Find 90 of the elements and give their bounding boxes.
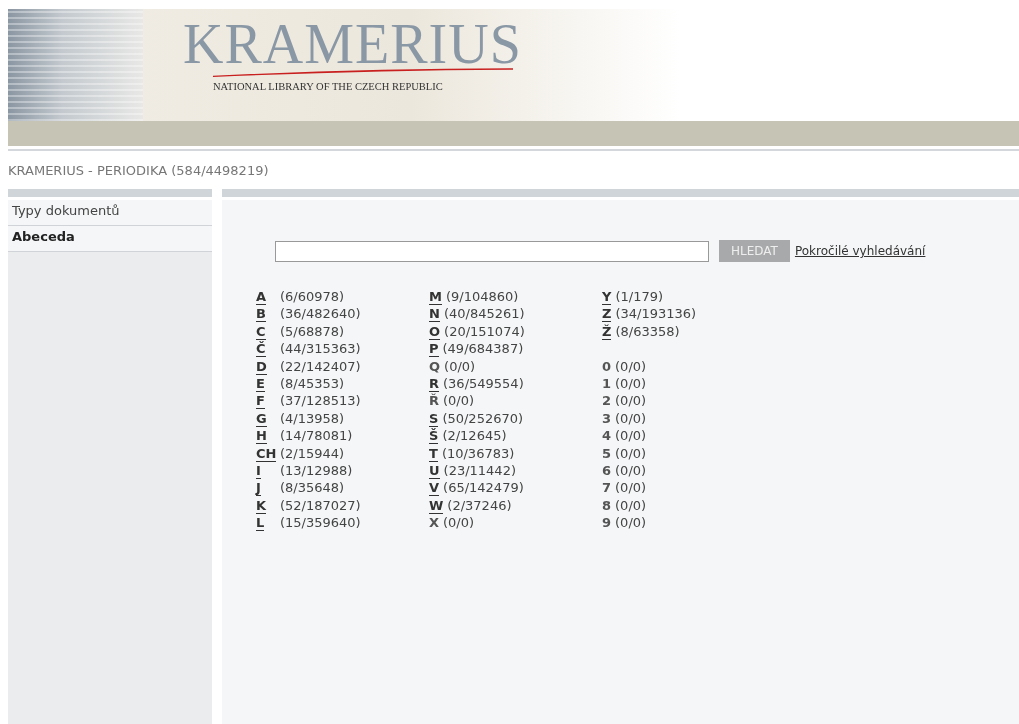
count-text: (0/0) [615,409,647,428]
count-text: (49/684387) [442,340,524,358]
sidebar-item[interactable]: Abeceda [8,226,212,252]
letter-link[interactable]: C [256,323,266,340]
count-text: (13/12988) [280,461,353,480]
count-text: (14/78081) [280,427,353,445]
count-text: (2/15944) [280,444,345,462]
letter-link[interactable]: CH [256,445,277,462]
count-text: (9/104860) [445,288,519,306]
count-text: (6/60978) [280,288,345,306]
count-text: (10/36783) [441,444,515,462]
letter-link[interactable]: T [429,445,438,462]
count-text: (0/0) [615,514,647,532]
count-text: (23/11442) [443,461,516,480]
letter-link[interactable]: N [429,306,440,323]
count-text: (0/0) [444,357,476,375]
logo-tagline: NATIONAL LIBRARY OF THE CZECH REPUBLIC [213,81,443,92]
count-text: (40/845261) [443,305,525,323]
count-text: (37/128513) [280,392,361,410]
count-text: (0/0) [615,496,647,515]
count-text: (0/0) [615,479,647,497]
letter-label: 8 [602,497,612,514]
count-text: (5/68878) [280,322,345,341]
letter-link[interactable]: Š [429,428,439,445]
letter-label: 1 [602,375,612,392]
count-text: (1/179) [615,288,664,306]
count-text: (65/142479) [443,479,524,497]
letter-link[interactable]: Č [256,341,266,358]
letter-label: 6 [602,462,612,479]
letter-link[interactable]: V [429,480,440,497]
count-text: (2/12645) [442,427,507,445]
count-text: (36/482640) [280,305,361,323]
sidebar-item[interactable]: Typy dokumentů [8,200,212,226]
letter-label: 2 [602,393,612,410]
letter-label: Ř [429,393,439,410]
page-title: KRAMERIUS - PERIODIKA (584/4498219) [8,163,270,180]
swoosh-icon [213,67,513,77]
letter-link[interactable]: G [256,410,267,427]
letter-link[interactable]: K [256,497,267,514]
count-text: (0/0) [615,444,647,462]
letter-label: 3 [602,410,612,427]
letter-link[interactable]: S [429,410,439,427]
letter-link[interactable]: F [256,393,265,410]
letter-label: 7 [602,480,612,497]
count-text: (44/315363) [280,340,361,358]
letter-link[interactable]: M [429,289,442,305]
letter-link[interactable]: Z [602,306,612,323]
letter-link[interactable]: B [256,306,266,323]
letter-link[interactable]: U [429,462,440,479]
letter-link[interactable]: R [429,375,439,392]
advanced-search-link[interactable]: Pokročilé vyhledávání [794,244,926,258]
letter-label: 4 [602,428,612,445]
letter-link[interactable]: O [429,323,441,340]
letter-link[interactable]: P [429,341,439,358]
logo-text: KRAMERIUS [183,19,522,69]
count-text: (22/142407) [280,357,361,375]
letter-label: 0 [602,358,612,375]
count-text: (0/0) [615,461,647,480]
count-text: (20/151074) [444,322,525,341]
count-text: (0/0) [443,514,475,532]
letter-label: 9 [602,515,612,532]
letter-link[interactable]: E [256,375,265,392]
count-text: (0/0) [443,392,475,410]
letter-link[interactable]: J [256,480,261,497]
count-text: (2/37246) [447,496,512,515]
count-text: (8/63358) [615,322,680,341]
search-field[interactable] [275,240,709,262]
letter-label: 5 [602,445,612,462]
count-text: (36/549554) [443,374,524,393]
count-text: (0/0) [615,357,647,375]
letter-link[interactable]: Y [602,289,612,305]
count-text: (15/359640) [280,514,361,532]
count-text: (0/0) [615,374,647,393]
letter-link[interactable]: A [256,289,267,305]
letter-link[interactable]: Ž [602,323,612,340]
letter-link[interactable]: D [256,358,267,375]
count-text: (34/193136) [615,305,697,323]
count-text: (50/252670) [442,409,524,428]
count-text: (4/13958) [280,409,345,428]
letter-label: X [429,515,440,532]
letter-link[interactable]: L [256,515,265,532]
letter-label: Q [429,358,441,375]
count-text: (8/35648) [280,479,345,497]
letter-link[interactable]: H [256,428,267,445]
count-text: (0/0) [615,427,647,445]
count-text: (52/187027) [280,496,361,515]
count-text: (0/0) [615,392,647,410]
letter-link[interactable]: W [429,497,444,514]
letter-link[interactable]: I [256,462,261,479]
count-text: (8/45353) [280,374,345,393]
